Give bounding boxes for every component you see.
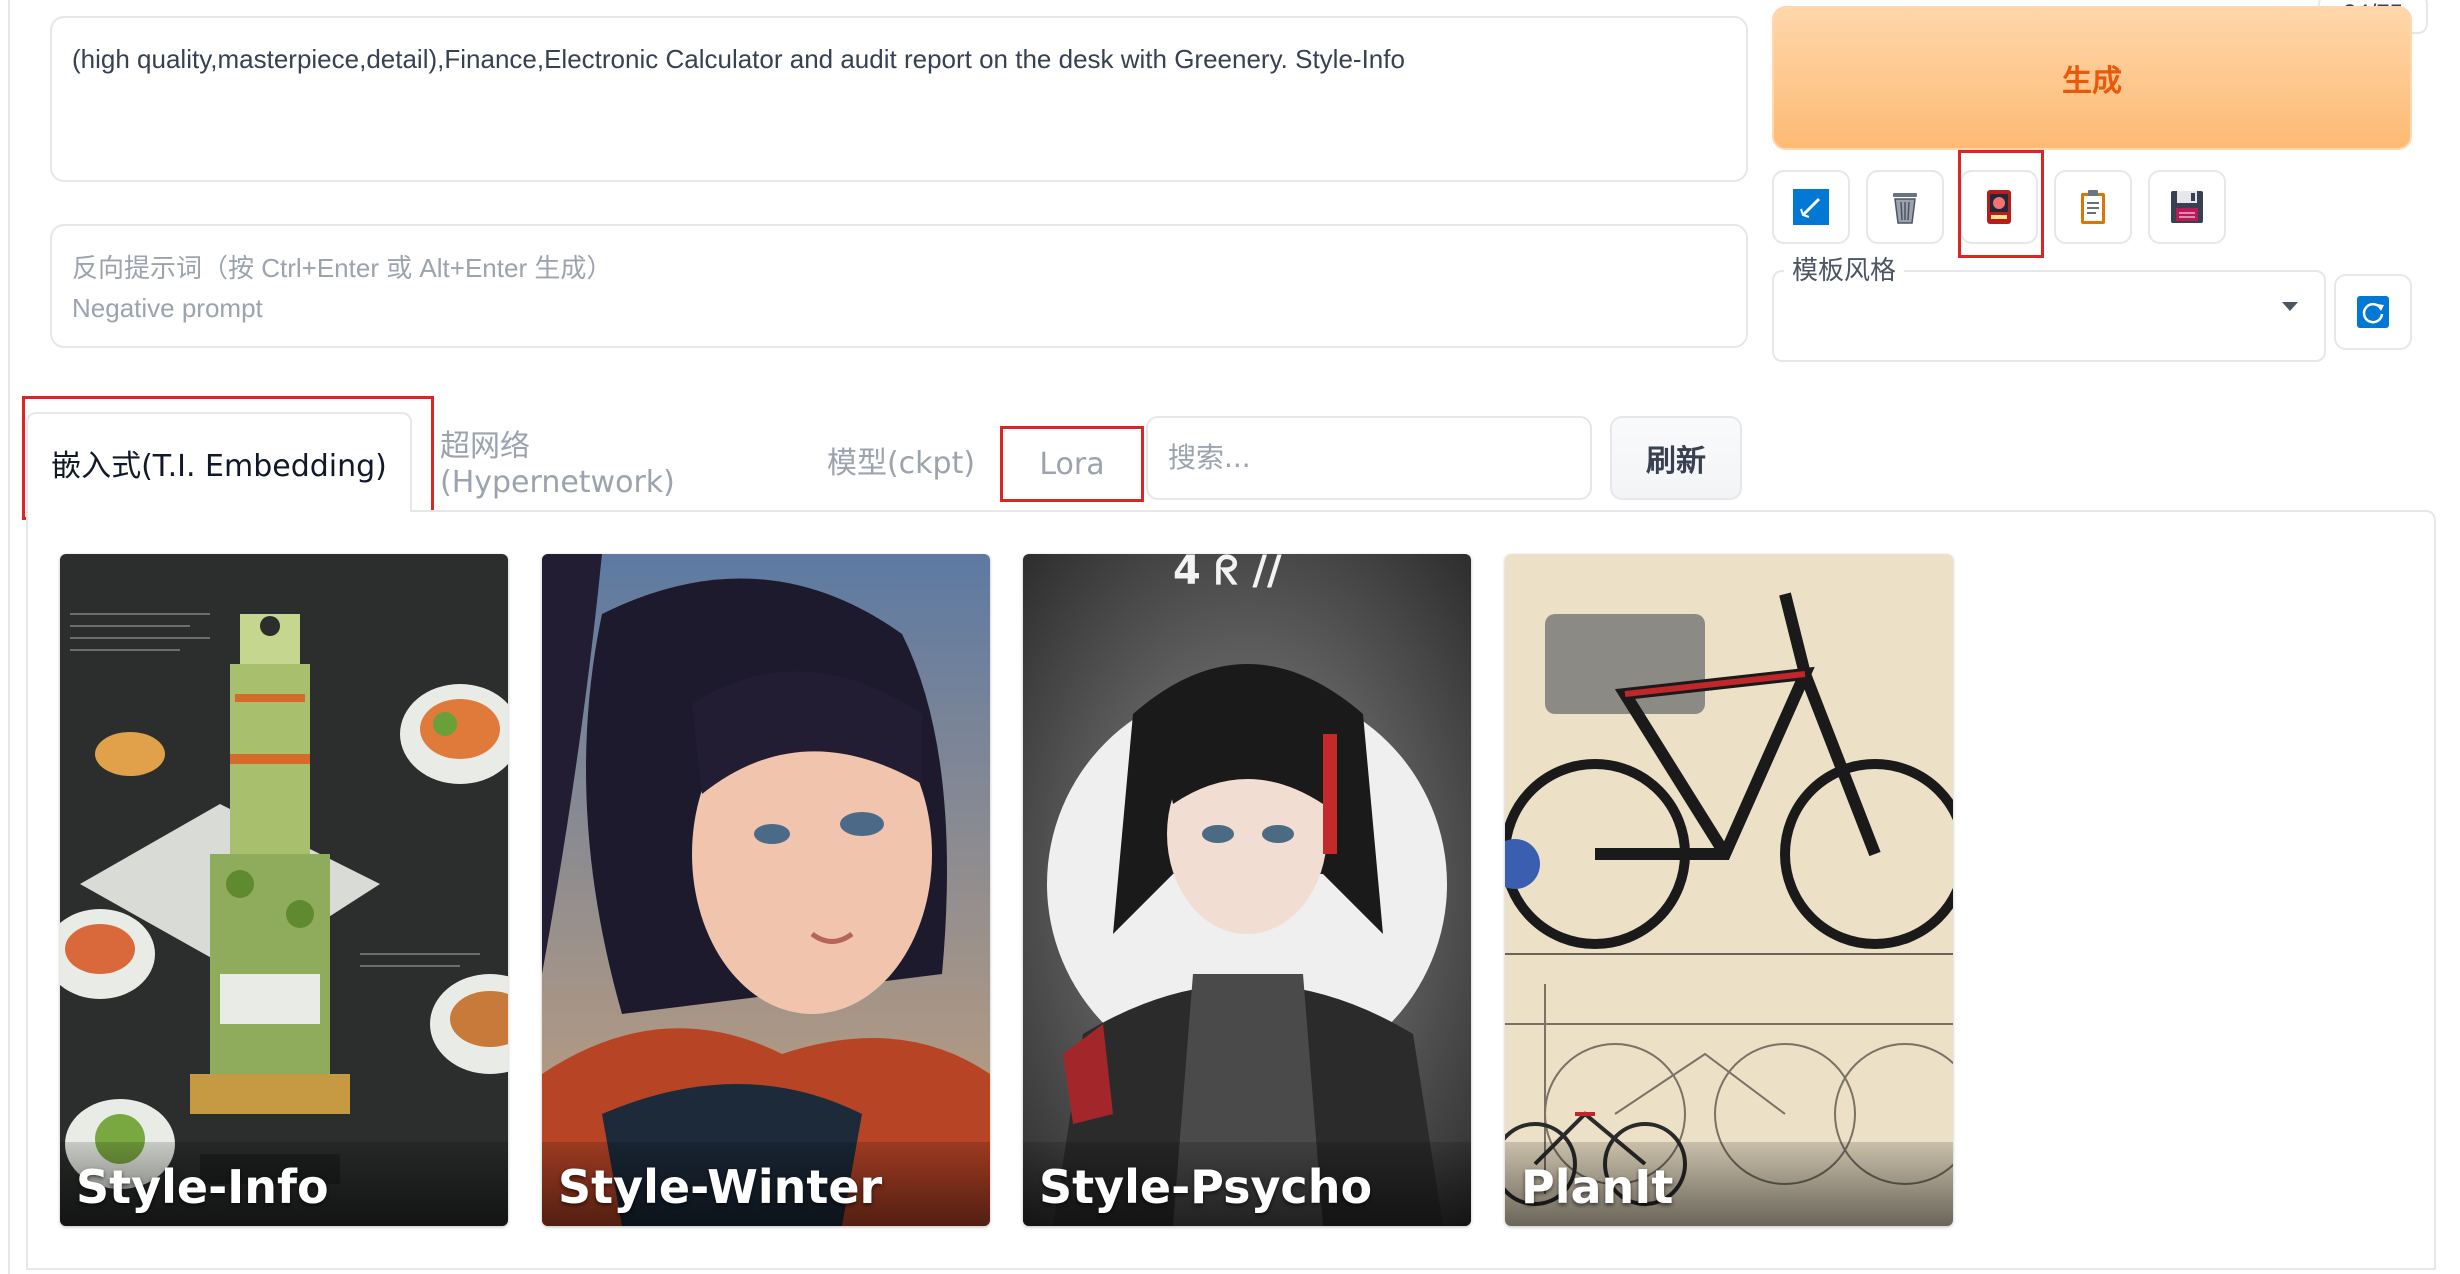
card-thumbnail: 4 ᖇ // xyxy=(1023,554,1471,1226)
page: (high quality,masterpiece,detail),Financ… xyxy=(0,0,2460,1274)
prompt-text: (high quality,masterpiece,detail),Financ… xyxy=(72,44,1405,74)
negative-prompt-textarea[interactable]: 反向提示词（按 Ctrl+Enter 或 Alt+Enter 生成） Negat… xyxy=(50,224,1748,348)
tab-embedding[interactable]: 嵌入式(T.I. Embedding) xyxy=(26,412,412,512)
refresh-styles-button[interactable] xyxy=(2334,274,2412,350)
generate-button[interactable]: 生成 xyxy=(1772,6,2412,150)
tab-ckpt[interactable]: 模型(ckpt) xyxy=(818,412,984,508)
negative-prompt-placeholder: 反向提示词（按 Ctrl+Enter 或 Alt+Enter 生成） xyxy=(72,253,613,283)
card-style-winter[interactable]: Style-Winter xyxy=(542,554,990,1226)
clipboard-icon xyxy=(2081,190,2105,224)
card-thumbnail xyxy=(1505,554,1953,1226)
save-style-button[interactable] xyxy=(2148,170,2226,244)
card-style-info[interactable]: Style-Info xyxy=(60,554,508,1226)
clear-prompt-button[interactable] xyxy=(1866,170,1944,244)
style-label: 模板风格 xyxy=(1784,250,1905,287)
tab-lora[interactable]: Lora xyxy=(1002,428,1142,500)
card-thumbnail xyxy=(542,554,990,1226)
card-title: Style-Winter xyxy=(558,1160,883,1214)
style-dropdown[interactable]: 模板风格 xyxy=(1772,250,2326,362)
card-title: Style-Psycho xyxy=(1039,1160,1373,1214)
trash-icon xyxy=(1893,193,1917,224)
card-title: PlanIt xyxy=(1521,1160,1674,1214)
chevron-down-icon xyxy=(2282,302,2298,311)
paste-params-button[interactable] xyxy=(1772,170,1850,244)
show-extra-networks-icon xyxy=(1987,190,2011,224)
page-border xyxy=(8,0,10,1274)
svg-text:4 ᖇ //: 4 ᖇ // xyxy=(1173,554,1282,594)
card-style-psycho[interactable]: 4 ᖇ // Style-Psycho xyxy=(1023,554,1471,1226)
arrow-icon xyxy=(1793,189,1829,225)
refresh-icon xyxy=(2357,296,2389,328)
show-extra-networks-button[interactable] xyxy=(1960,170,2038,244)
card-title: Style-Info xyxy=(76,1160,329,1214)
card-thumbnail xyxy=(60,554,508,1226)
tab-hypernetwork[interactable]: 超网络(Hypernetwork) xyxy=(440,412,760,508)
search-input[interactable]: 搜索... xyxy=(1146,416,1592,500)
card-planit[interactable]: PlanIt xyxy=(1505,554,1953,1226)
read-params-button[interactable] xyxy=(2054,170,2132,244)
negative-prompt-placeholder-en: Negative prompt xyxy=(72,293,263,323)
prompt-textarea[interactable]: (high quality,masterpiece,detail),Financ… xyxy=(50,16,1748,182)
refresh-button[interactable]: 刷新 xyxy=(1610,416,1742,500)
save-icon xyxy=(2171,191,2203,223)
